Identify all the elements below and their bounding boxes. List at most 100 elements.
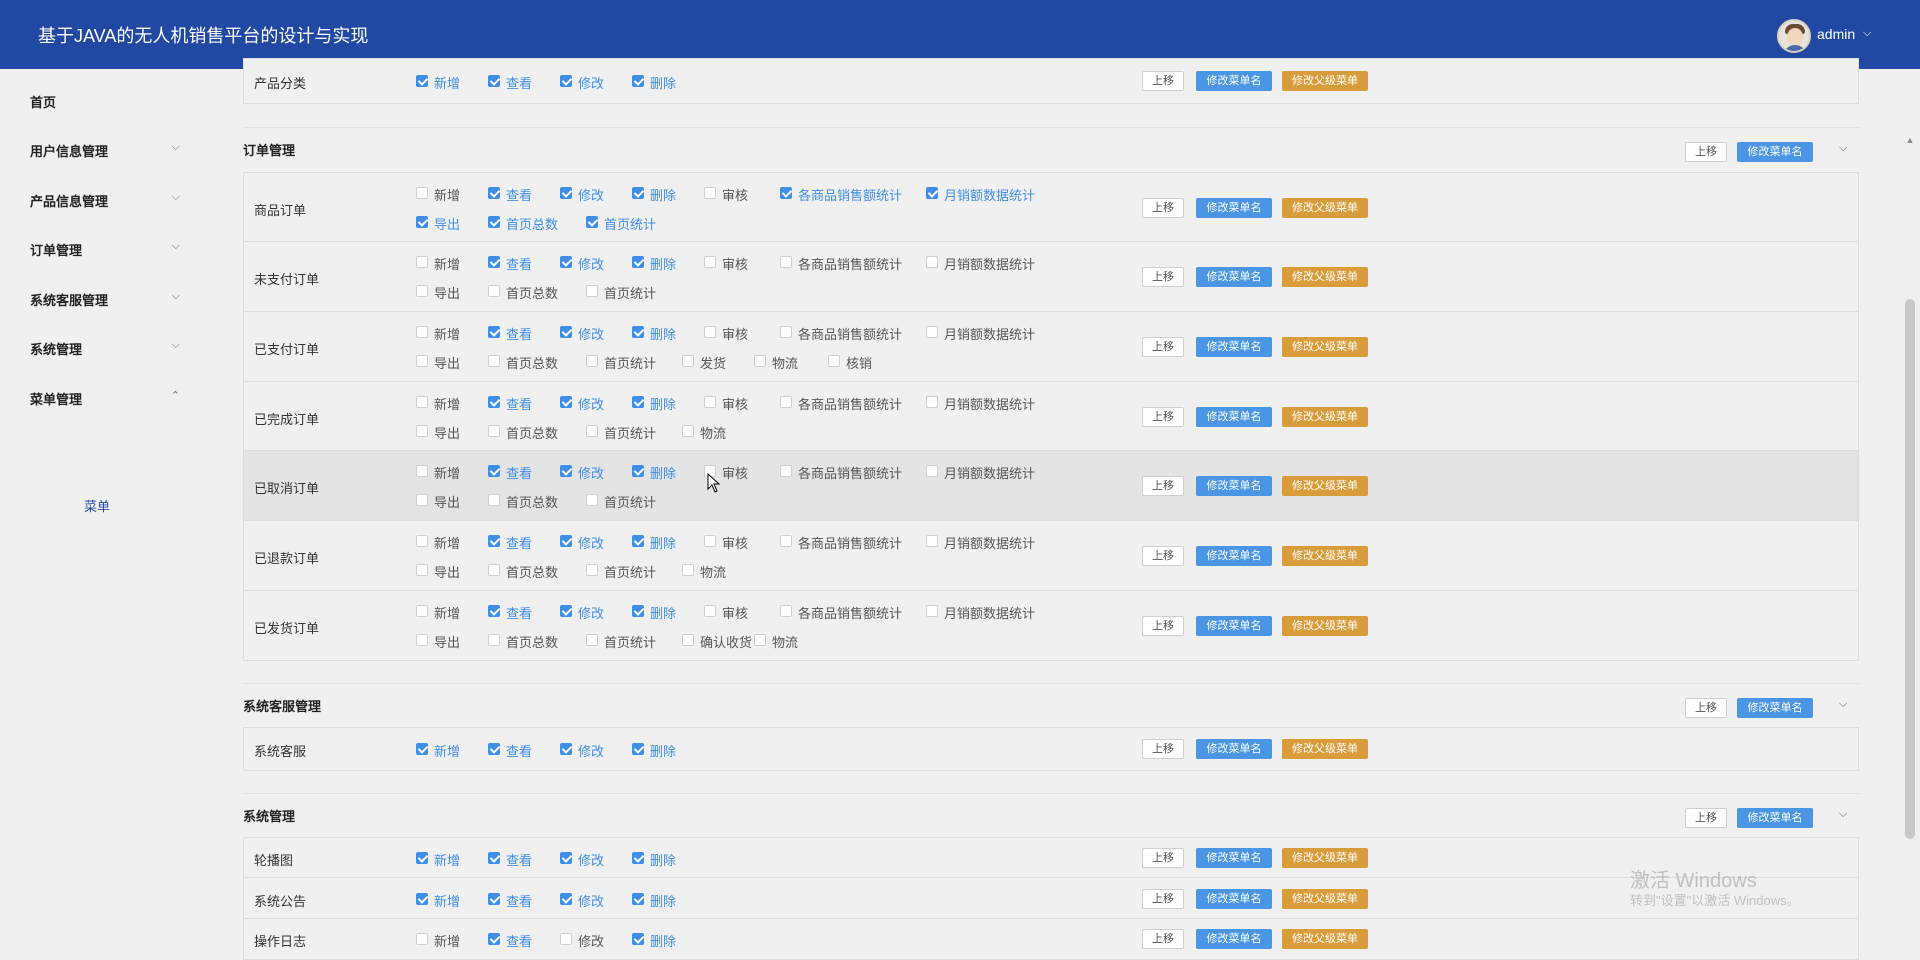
permission-label[interactable]: 各商品销售额统计 [798,185,902,204]
permission-label[interactable]: 月销额数据统计 [944,324,1035,343]
checkbox-checked-icon[interactable] [488,933,500,945]
permission-label[interactable]: 各商品销售额统计 [798,254,902,273]
permission-label[interactable]: 删除 [650,603,676,622]
permission-label[interactable]: 审核 [722,463,748,482]
change-parent-menu-button[interactable]: 修改父级菜单 [1282,888,1368,909]
checkbox-unchecked-icon[interactable] [416,285,428,297]
checkbox-checked-icon[interactable] [560,743,572,755]
checkbox-checked-icon[interactable] [926,187,938,199]
permission-label[interactable]: 删除 [650,185,676,204]
checkbox-unchecked-icon[interactable] [416,933,428,945]
checkbox-unchecked-icon[interactable] [682,564,694,576]
permission-label[interactable]: 月销额数据统计 [944,185,1035,204]
rename-menu-button[interactable]: 修改菜单名 [1196,197,1272,218]
checkbox-unchecked-icon[interactable] [926,326,938,338]
permission-label[interactable]: 新增 [434,324,460,343]
sidebar-item-home[interactable]: 首页 [30,92,180,111]
checkbox-checked-icon[interactable] [488,465,500,477]
permission-label[interactable]: 首页统计 [604,283,656,302]
checkbox-checked-icon[interactable] [488,396,500,408]
permission-label[interactable]: 首页统计 [604,423,656,442]
change-parent-menu-button[interactable]: 修改父级菜单 [1282,739,1368,759]
change-parent-menu-button[interactable]: 修改父级菜单 [1282,71,1368,91]
permission-label[interactable]: 删除 [650,394,676,413]
checkbox-unchecked-icon[interactable] [416,634,428,646]
checkbox-checked-icon[interactable] [632,852,644,864]
permission-label[interactable]: 首页统计 [604,632,656,651]
checkbox-unchecked-icon[interactable] [586,355,598,367]
permission-label[interactable]: 核销 [846,353,872,372]
checkbox-checked-icon[interactable] [560,326,572,338]
move-up-button[interactable]: 上移 [1142,615,1184,636]
checkbox-checked-icon[interactable] [560,852,572,864]
move-up-button[interactable]: 上移 [1142,197,1184,218]
move-up-button[interactable]: 上移 [1142,888,1184,909]
permission-label[interactable]: 删除 [650,463,676,482]
permission-label[interactable]: 修改 [578,603,604,622]
checkbox-checked-icon[interactable] [560,396,572,408]
permission-label[interactable]: 修改 [578,394,604,413]
chevron-down-icon[interactable]: ⌵ [1839,698,1847,711]
checkbox-checked-icon[interactable] [488,326,500,338]
checkbox-unchecked-icon[interactable] [704,605,716,617]
change-parent-menu-button[interactable]: 修改父级菜单 [1282,197,1368,218]
rename-menu-button[interactable]: 修改菜单名 [1196,615,1272,636]
checkbox-unchecked-icon[interactable] [926,256,938,268]
vertical-scrollbar[interactable]: ▲ [1900,69,1920,956]
checkbox-checked-icon[interactable] [632,75,644,87]
checkbox-unchecked-icon[interactable] [416,326,428,338]
permission-label[interactable]: 导出 [434,423,460,442]
change-parent-menu-button[interactable]: 修改父级菜单 [1282,848,1368,868]
permission-label[interactable]: 导出 [434,562,460,581]
chevron-down-icon[interactable]: ⌵ [1839,808,1847,821]
permission-label[interactable]: 新增 [434,185,460,204]
permission-label[interactable]: 查看 [506,394,532,413]
move-up-button[interactable]: 上移 [1142,848,1184,868]
checkbox-checked-icon[interactable] [632,326,644,338]
checkbox-unchecked-icon[interactable] [488,564,500,576]
permission-label[interactable]: 导出 [434,353,460,372]
permission-label[interactable]: 删除 [650,324,676,343]
permission-label[interactable]: 修改 [578,850,604,869]
checkbox-unchecked-icon[interactable] [704,396,716,408]
checkbox-unchecked-icon[interactable] [488,634,500,646]
permission-label[interactable]: 审核 [722,394,748,413]
permission-label[interactable]: 新增 [434,533,460,552]
permission-label[interactable]: 物流 [772,353,798,372]
checkbox-unchecked-icon[interactable] [754,355,766,367]
group-rename-button[interactable]: 修改菜单名 [1737,698,1813,718]
checkbox-unchecked-icon[interactable] [780,535,792,547]
permission-label[interactable]: 首页统计 [604,353,656,372]
checkbox-checked-icon[interactable] [632,465,644,477]
checkbox-unchecked-icon[interactable] [828,355,840,367]
sidebar-subitem-menu[interactable]: 菜单 [84,496,110,515]
permission-label[interactable]: 删除 [650,254,676,273]
permission-label[interactable]: 查看 [506,73,532,92]
sidebar-item-user-info[interactable]: 用户信息管理 ⌵ [30,141,180,160]
permission-label[interactable]: 月销额数据统计 [944,533,1035,552]
permission-label[interactable]: 修改 [578,741,604,760]
checkbox-unchecked-icon[interactable] [488,285,500,297]
checkbox-checked-icon[interactable] [632,256,644,268]
permission-label[interactable]: 各商品销售额统计 [798,324,902,343]
permission-label[interactable]: 首页总数 [506,423,558,442]
permission-label[interactable]: 首页统计 [604,492,656,511]
change-parent-menu-button[interactable]: 修改父级菜单 [1282,406,1368,427]
permission-label[interactable]: 月销额数据统计 [944,463,1035,482]
checkbox-unchecked-icon[interactable] [586,564,598,576]
permission-label[interactable]: 审核 [722,254,748,273]
move-up-button[interactable]: 上移 [1142,739,1184,759]
move-up-button[interactable]: 上移 [1142,476,1184,496]
permission-label[interactable]: 首页统计 [604,562,656,581]
permission-label[interactable]: 删除 [650,931,676,950]
rename-menu-button[interactable]: 修改菜单名 [1196,739,1272,759]
checkbox-unchecked-icon[interactable] [780,396,792,408]
rename-menu-button[interactable]: 修改菜单名 [1196,267,1272,287]
rename-menu-button[interactable]: 修改菜单名 [1196,71,1272,91]
checkbox-unchecked-icon[interactable] [926,465,938,477]
permission-label[interactable]: 导出 [434,492,460,511]
checkbox-checked-icon[interactable] [632,396,644,408]
permission-label[interactable]: 各商品销售额统计 [798,463,902,482]
permission-label[interactable]: 导出 [434,283,460,302]
move-up-button[interactable]: 上移 [1142,929,1184,949]
